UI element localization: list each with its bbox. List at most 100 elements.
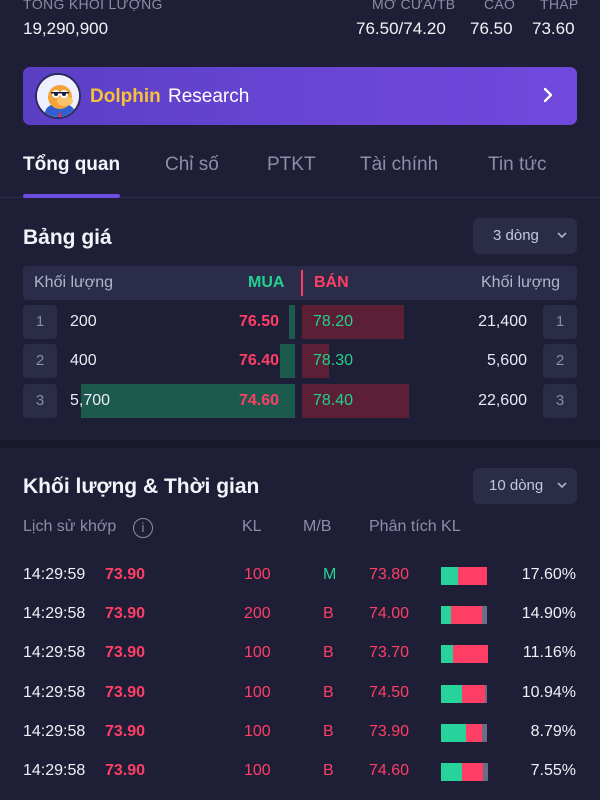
buy-portion [441,685,462,703]
buy-volume: 400 [70,352,97,369]
analysis-percent: 7.55% [530,762,576,779]
chevron-right-icon[interactable] [537,84,559,106]
tab-financials[interactable]: Tài chính [360,154,438,176]
trade-side: B [323,605,334,622]
sell-volume: 5,600 [486,352,527,369]
tab-bar: Tổng quan Chỉ số PTKT Tài chính Tin tức [0,150,600,198]
trade-volume: 100 [244,644,271,661]
open-avg-value: 76.50/74.20 [356,19,446,38]
trade-price: 73.90 [105,762,146,779]
trade-row: 14:29:58 73.90 100 B 73.90 8.79% [0,723,600,762]
active-tab-indicator [23,194,120,198]
trade-volume: 100 [244,723,271,740]
price-stats: TỔNG KHỐI LƯỢNG 19,290,900 MỞ CỬA/TB 76.… [0,0,600,52]
trade-row: 14:29:58 73.90 100 B 74.50 10.94% [0,684,600,723]
order-book-title: Bảng giá [23,226,112,249]
info-icon[interactable]: i [133,518,153,538]
sell-volume: 22,600 [478,392,527,409]
chevron-down-icon [557,482,567,489]
buy-volume: 5,700 [70,392,111,409]
sell-portion [458,567,487,585]
trade-side: B [323,684,334,701]
trade-volume: 100 [244,762,271,779]
trade-side: B [323,762,334,779]
trade-price: 73.90 [105,723,146,740]
analysis-price: 73.80 [369,566,410,583]
open-avg-label: MỞ CỬA/TB [372,0,456,12]
trade-time: 14:29:58 [23,762,86,779]
trades-rows-value: 10 dòng [489,477,544,494]
trade-price: 73.90 [105,566,146,583]
trade-price: 73.90 [105,644,146,661]
total-volume-label: TỔNG KHỐI LƯỢNG [23,0,163,12]
mb-header: M/B [303,518,332,535]
buy-portion [441,606,451,624]
trade-row: 14:29:58 73.90 100 B 74.60 7.55% [0,762,600,800]
tab-technical[interactable]: PTKT [267,154,316,176]
sell-portion [466,724,482,742]
analysis-price: 74.60 [369,762,410,779]
tab-news[interactable]: Tin tức [488,154,546,176]
trade-side: B [323,644,334,661]
order-book-header: Khối lượng MUA BÁN Khối lượng [23,266,577,300]
high-value: 76.50 [470,19,513,38]
trades-rows-select[interactable]: 10 dòng [473,468,577,504]
buy-volume-header: Khối lượng [34,274,114,291]
order-book-rows-value: 3 dòng [493,227,539,244]
section-divider [0,440,600,448]
analysis-price: 73.70 [369,644,410,661]
brand-research: Research [168,86,250,107]
buy-price[interactable]: 76.40 [239,352,279,370]
sell-volume: 21,400 [478,313,527,330]
buy-level-index: 1 [23,305,57,339]
trade-time: 14:29:58 [23,723,86,740]
idle-portion [485,685,487,703]
order-book-row: 1 200 76.50 78.20 21,400 1 [23,305,577,341]
trade-time: 14:29:58 [23,605,86,622]
analysis-percent: 17.60% [521,566,576,583]
idle-portion [482,724,487,742]
trade-side: B [323,723,334,740]
kl-header: KL [242,518,262,535]
sell-volume-header: Khối lượng [481,274,561,291]
trade-volume: 100 [244,566,271,583]
idle-portion [482,606,487,624]
dolphin-research-banner[interactable]: Dolphin Research [23,67,577,125]
trade-price: 73.90 [105,684,146,701]
chevron-down-icon [557,232,567,239]
analysis-price: 74.00 [369,605,410,622]
sell-price[interactable]: 78.30 [313,352,353,370]
sell-level-index: 3 [543,384,577,418]
sell-portion [451,606,482,624]
sell-level-index: 1 [543,305,577,339]
buy-level-index: 3 [23,384,57,418]
high-label: CAO [484,0,516,12]
buy-depth-bar [280,344,295,378]
trade-price: 73.90 [105,605,146,622]
trade-row: 14:29:58 73.90 100 B 73.70 11.16% [0,644,600,683]
buy-price[interactable]: 76.50 [239,313,279,331]
sell-price[interactable]: 78.40 [313,392,353,410]
trade-time: 14:29:59 [23,566,86,583]
brand-dolphin: Dolphin [90,86,161,107]
analysis-percent: 11.16% [522,644,576,661]
sell-header: BÁN [314,274,349,291]
tab-indices[interactable]: Chỉ số [165,154,219,176]
sell-portion [462,763,483,781]
analysis-price: 73.90 [369,723,410,740]
low-label: THẤP [540,0,579,12]
sell-price[interactable]: 78.20 [313,313,353,331]
buy-price[interactable]: 74.60 [239,392,279,410]
trades-title: Khối lượng & Thời gian [23,475,260,498]
buy-portion [441,724,466,742]
low-value: 73.60 [532,19,575,38]
buy-portion [441,567,458,585]
tab-overview[interactable]: Tổng quan [23,154,120,176]
buy-level-index: 2 [23,344,57,378]
trade-time: 14:29:58 [23,644,86,661]
order-book-rows-select[interactable]: 3 dòng [473,218,577,254]
buy-portion [441,645,453,663]
buy-header: MUA [248,274,285,291]
trade-volume: 200 [244,605,271,622]
analysis-header: Phân tích KL [369,518,461,535]
